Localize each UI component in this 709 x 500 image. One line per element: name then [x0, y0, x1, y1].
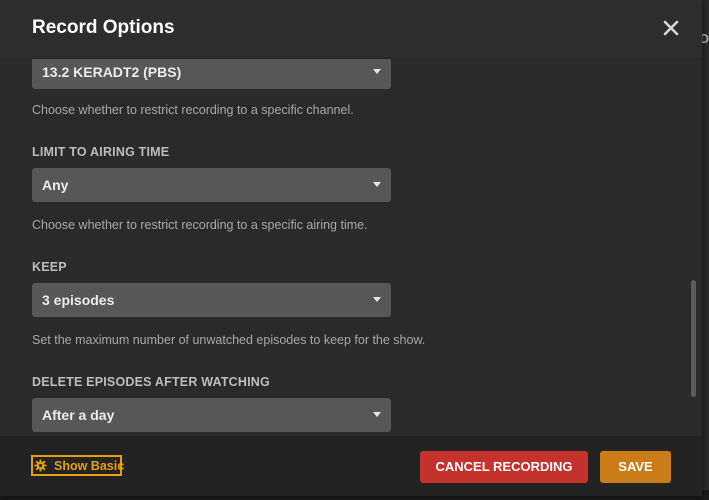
- airing-time-help-text: Choose whether to restrict recording to …: [32, 218, 368, 232]
- dialog-body: 13.2 KERADT2 (PBS) Choose whether to res…: [0, 59, 702, 436]
- delete-after-select-value: After a day: [42, 407, 115, 423]
- keep-help-text: Set the maximum number of unwatched epis…: [32, 333, 426, 347]
- keep-label: KEEP: [32, 260, 67, 274]
- airing-time-select-value: Any: [42, 177, 69, 193]
- chevron-down-icon: [373, 297, 381, 302]
- cancel-recording-button[interactable]: CANCEL RECORDING: [420, 451, 588, 483]
- chevron-down-icon: [373, 182, 381, 187]
- keep-select-value: 3 episodes: [42, 292, 115, 308]
- save-button[interactable]: SAVE: [600, 451, 671, 483]
- record-options-dialog: Record Options 13.2 KERADT2 (PBS) Choose…: [0, 0, 702, 496]
- airing-time-select[interactable]: Any: [32, 168, 391, 202]
- dialog-title: Record Options: [32, 17, 175, 38]
- delete-after-select[interactable]: After a day: [32, 398, 391, 432]
- close-icon: [663, 20, 679, 36]
- airing-time-label: LIMIT TO AIRING TIME: [32, 145, 170, 159]
- channel-help-text: Choose whether to restrict recording to …: [32, 103, 354, 117]
- close-button[interactable]: [660, 17, 682, 39]
- chevron-down-icon: [373, 69, 381, 74]
- show-basic-button[interactable]: Show Basic: [31, 455, 125, 476]
- scrollbar-thumb[interactable]: [691, 280, 696, 397]
- show-basic-label: Show Basic: [54, 459, 125, 473]
- channel-select-value: 13.2 KERADT2 (PBS): [42, 64, 182, 80]
- dialog-footer: Show Basic CANCEL RECORDING SAVE: [0, 436, 702, 496]
- channel-select[interactable]: 13.2 KERADT2 (PBS): [32, 59, 391, 89]
- delete-after-label: DELETE EPISODES AFTER WATCHING: [32, 375, 270, 389]
- gear-icon: [34, 459, 47, 472]
- dialog-header: Record Options: [0, 0, 702, 59]
- keep-select[interactable]: 3 episodes: [32, 283, 391, 317]
- chevron-down-icon: [373, 412, 381, 417]
